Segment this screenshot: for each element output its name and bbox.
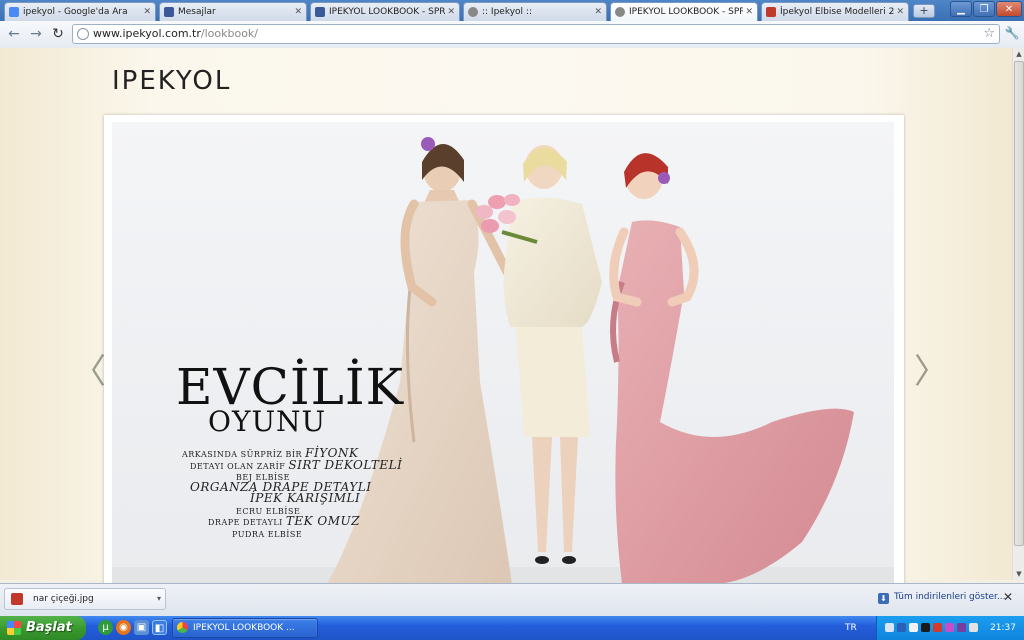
close-tab-icon[interactable]: ✕ [447, 3, 455, 21]
firefox-icon[interactable]: ◉ [116, 620, 131, 635]
scroll-up-arrow-icon[interactable]: ▲ [1013, 48, 1024, 60]
prev-slide-arrow[interactable]: 〈 [72, 355, 106, 389]
caption-line: DETAYI OLAN ZARİF SIRT DEKOLTELİ [190, 458, 403, 472]
close-window-button[interactable]: ✕ [996, 1, 1022, 17]
download-file-name: nar çiçeği.jpg [33, 594, 94, 604]
bluetooth-icon[interactable] [897, 623, 906, 632]
vertical-scrollbar[interactable]: ▲ ▼ [1012, 48, 1024, 580]
close-tab-icon[interactable]: ✕ [294, 3, 302, 21]
system-tray: TR 21:37 [845, 616, 1024, 640]
download-menu-arrow-icon[interactable]: ▾ [157, 589, 161, 609]
system-clock[interactable]: 21:37 [990, 616, 1016, 640]
volume-icon[interactable] [909, 623, 918, 632]
close-tab-icon[interactable]: ✕ [745, 3, 753, 21]
caption-line: PUDRA ELBİSE [232, 530, 303, 539]
restore-button[interactable]: ❐ [973, 1, 995, 17]
bookmark-star-icon[interactable]: ☆ [983, 25, 995, 43]
tab-google-search[interactable]: ipekyol - Google'da Ara ✕ [4, 2, 156, 21]
tab-label: İpekyol Elbise Modelleri 2011 [780, 7, 894, 17]
tab-label: IPEKYOL LOOKBOOK - SPRIN [629, 7, 743, 17]
url-host: www.ipekyol.com.tr [93, 27, 201, 40]
new-tab-button[interactable]: + [913, 4, 935, 18]
scroll-down-arrow-icon[interactable]: ▼ [1013, 568, 1024, 580]
taskbar-chrome-window[interactable]: IPEKYOL LOOKBOOK ... [172, 618, 318, 638]
tab-label: ipekyol - Google'da Ara [23, 7, 128, 17]
download-arrow-icon: ⬇ [878, 593, 889, 604]
globe-favicon-icon [468, 7, 478, 17]
antivirus-icon[interactable] [933, 623, 942, 632]
globe-favicon-icon [615, 7, 625, 17]
tab-lookbook-active[interactable]: IPEKYOL LOOKBOOK - SPRIN ✕ [610, 2, 758, 21]
site-logo[interactable]: IPEKYOL [112, 66, 231, 96]
facebook-favicon-icon [164, 7, 174, 17]
lookbook-subhead: OYUNU [208, 405, 327, 438]
task-label: IPEKYOL LOOKBOOK ... [193, 623, 295, 633]
tray-app-icon[interactable] [957, 623, 966, 632]
utorrent-icon[interactable]: µ [98, 620, 113, 635]
download-item[interactable]: nar çiçeği.jpg ▾ [4, 588, 166, 610]
close-tab-icon[interactable]: ✕ [896, 3, 904, 21]
page-globe-icon [77, 28, 89, 40]
close-tab-icon[interactable]: ✕ [143, 3, 151, 21]
tab-ipekyol[interactable]: :: Ipekyol :: ✕ [463, 2, 607, 21]
url-path: /lookbook/ [200, 27, 259, 40]
facebook-favicon-icon [315, 7, 325, 17]
tab-dress-models[interactable]: İpekyol Elbise Modelleri 2011 ✕ [761, 2, 909, 21]
tab-lookbook-facebook[interactable]: IPEKYOL LOOKBOOK - SPRIN ✕ [310, 2, 460, 21]
browser-toolbar: ← → ↻ www.ipekyol.com.tr/lookbook/ ☆ 🔧 [0, 21, 1024, 49]
windows-logo-icon [7, 621, 21, 635]
show-all-downloads-label: Tüm indirilenleri göster... [894, 592, 1006, 602]
network-icon[interactable] [885, 623, 894, 632]
tab-label: IPEKYOL LOOKBOOK - SPRIN [329, 7, 445, 17]
back-button[interactable]: ← [4, 25, 24, 44]
image-file-icon [11, 593, 23, 605]
display-icon[interactable] [921, 623, 930, 632]
tray-app-icon[interactable] [969, 623, 978, 632]
close-download-bar-icon[interactable]: ✕ [1003, 590, 1013, 604]
windows-taskbar: Başlat µ ◉ ▣ ◧ IPEKYOL LOOKBOOK ... TR 2… [0, 616, 1024, 640]
address-bar[interactable]: www.ipekyol.com.tr/lookbook/ ☆ [72, 24, 1000, 44]
scroll-thumb[interactable] [1014, 61, 1024, 546]
wrench-menu-icon[interactable]: 🔧 [1003, 24, 1021, 43]
start-label: Başlat [26, 620, 72, 635]
close-tab-icon[interactable]: ✕ [594, 3, 602, 21]
download-bar: nar çiçeği.jpg ▾ ⬇ Tüm indirilenleri gös… [0, 583, 1024, 617]
messenger-icon[interactable] [945, 623, 954, 632]
tab-messages[interactable]: Mesajlar ✕ [159, 2, 307, 21]
show-all-downloads-link[interactable]: ⬇ Tüm indirilenleri göster... [878, 592, 1006, 604]
quick-launch-icon[interactable]: ◧ [152, 620, 167, 635]
lookbook-headline: EVCİLİK [176, 358, 404, 416]
start-button[interactable]: Başlat [0, 616, 86, 640]
site-favicon-icon [766, 7, 776, 17]
tab-label: :: Ipekyol :: [482, 7, 532, 17]
show-desktop-icon[interactable]: ▣ [134, 620, 149, 635]
minimize-button[interactable]: ▁ [950, 1, 972, 17]
tab-strip: ipekyol - Google'da Ara ✕ Mesajlar ✕ IPE… [0, 0, 1024, 21]
google-favicon-icon [9, 7, 19, 17]
forward-button[interactable]: → [26, 25, 46, 44]
next-slide-arrow[interactable]: 〉 [914, 355, 948, 389]
language-indicator[interactable]: TR [845, 616, 857, 640]
tab-label: Mesajlar [178, 7, 216, 17]
chrome-icon [177, 622, 188, 633]
reload-button[interactable]: ↻ [48, 25, 68, 44]
